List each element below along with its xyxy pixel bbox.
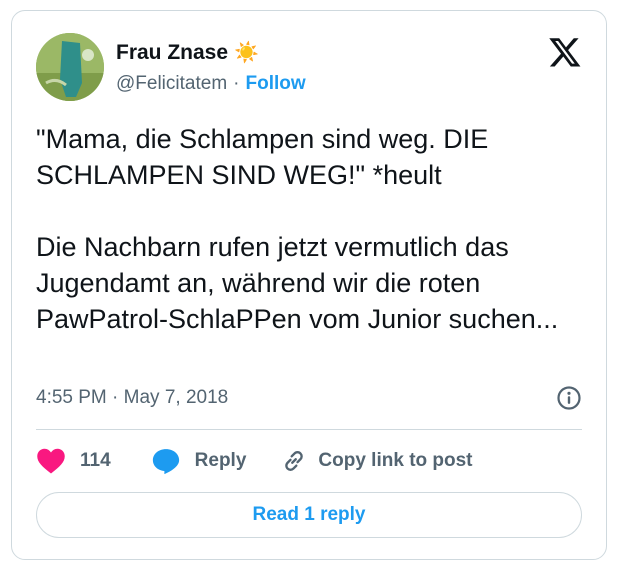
x-logo-icon[interactable] bbox=[548, 35, 582, 69]
sun-emoji-icon: ☀️ bbox=[234, 42, 259, 64]
copy-link-button[interactable]: Copy link to post bbox=[280, 447, 473, 475]
heart-icon bbox=[36, 447, 66, 475]
reply-label: Reply bbox=[194, 450, 247, 471]
author-name-row: Frau Znase ☀️ bbox=[116, 41, 259, 65]
divider bbox=[36, 429, 582, 430]
tweet-text: "Mama, die Schlampen sind weg. DIE SCHLA… bbox=[36, 124, 559, 334]
reply-button[interactable]: Reply bbox=[151, 447, 247, 475]
info-icon[interactable] bbox=[556, 385, 582, 411]
author-handle-row: @Felicitatem · Follow bbox=[116, 73, 306, 95]
tweet-timestamp[interactable]: 4:55 PM · May 7, 2018 bbox=[36, 387, 228, 409]
author-name[interactable]: Frau Znase bbox=[116, 41, 228, 65]
read-reply-button[interactable]: Read 1 reply bbox=[36, 492, 582, 538]
like-button[interactable]: 114 bbox=[36, 447, 111, 475]
separator-dot: · bbox=[233, 73, 240, 94]
avatar[interactable] bbox=[36, 33, 104, 101]
follow-button[interactable]: Follow bbox=[245, 73, 305, 95]
action-bar: 114 Reply Copy link to post bbox=[36, 447, 473, 475]
link-icon bbox=[280, 447, 308, 475]
tweet-card: Frau Znase ☀️ @Felicitatem · Follow "Mam… bbox=[11, 10, 607, 560]
author-handle[interactable]: @Felicitatem bbox=[116, 73, 227, 95]
copy-link-label: Copy link to post bbox=[318, 450, 473, 471]
reply-bubble-icon bbox=[151, 447, 181, 475]
like-count: 114 bbox=[80, 450, 111, 471]
